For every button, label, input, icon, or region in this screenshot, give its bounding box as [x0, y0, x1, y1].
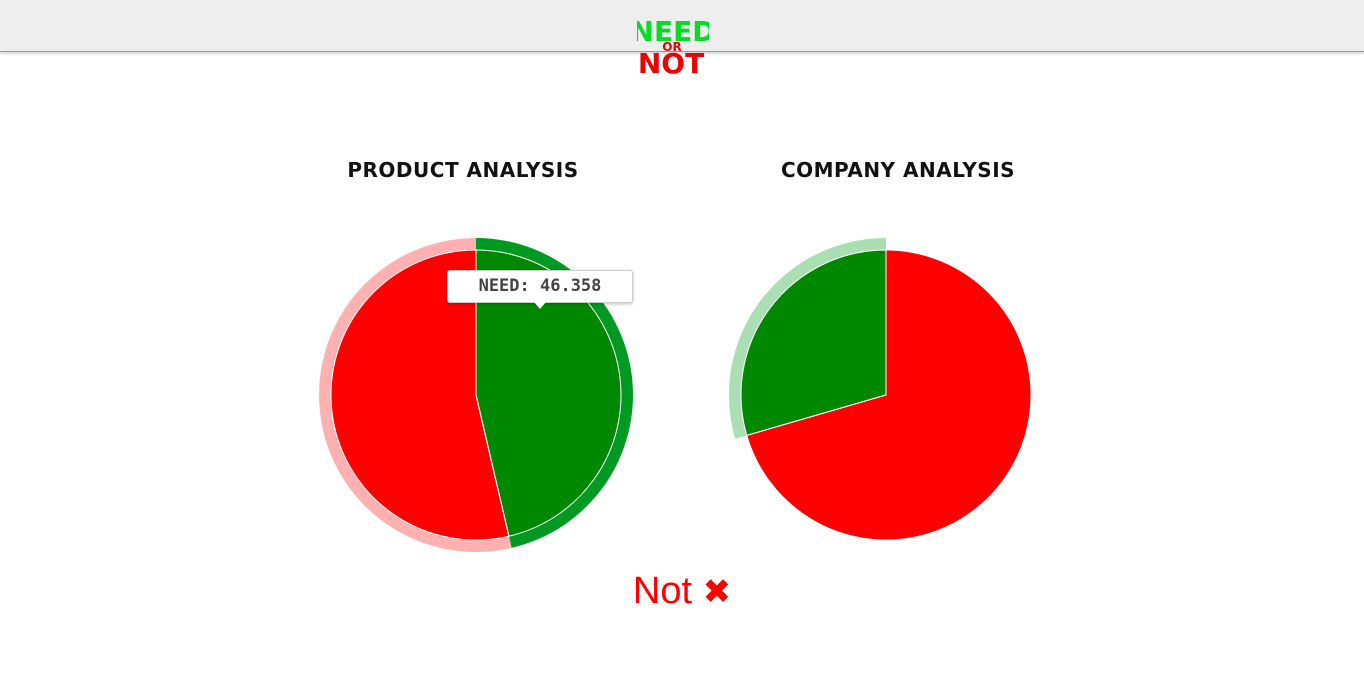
need-or-not-logo[interactable]: NEED OR NOT [637, 14, 709, 76]
verdict-label: Not [632, 570, 693, 612]
company-analysis-pie-chart[interactable] [721, 230, 1051, 560]
product-analysis-title: Product Analysis [347, 158, 579, 182]
logo-not-text: NOT [638, 47, 704, 76]
pie-tooltip: NEED: 46.358 [447, 270, 633, 303]
company-analysis-title: Company Analysis [780, 158, 1016, 182]
heavy-x-icon: ✖ [702, 573, 732, 611]
verdict-result: Not ✖ [560, 570, 804, 613]
tooltip-arrow [534, 302, 546, 309]
